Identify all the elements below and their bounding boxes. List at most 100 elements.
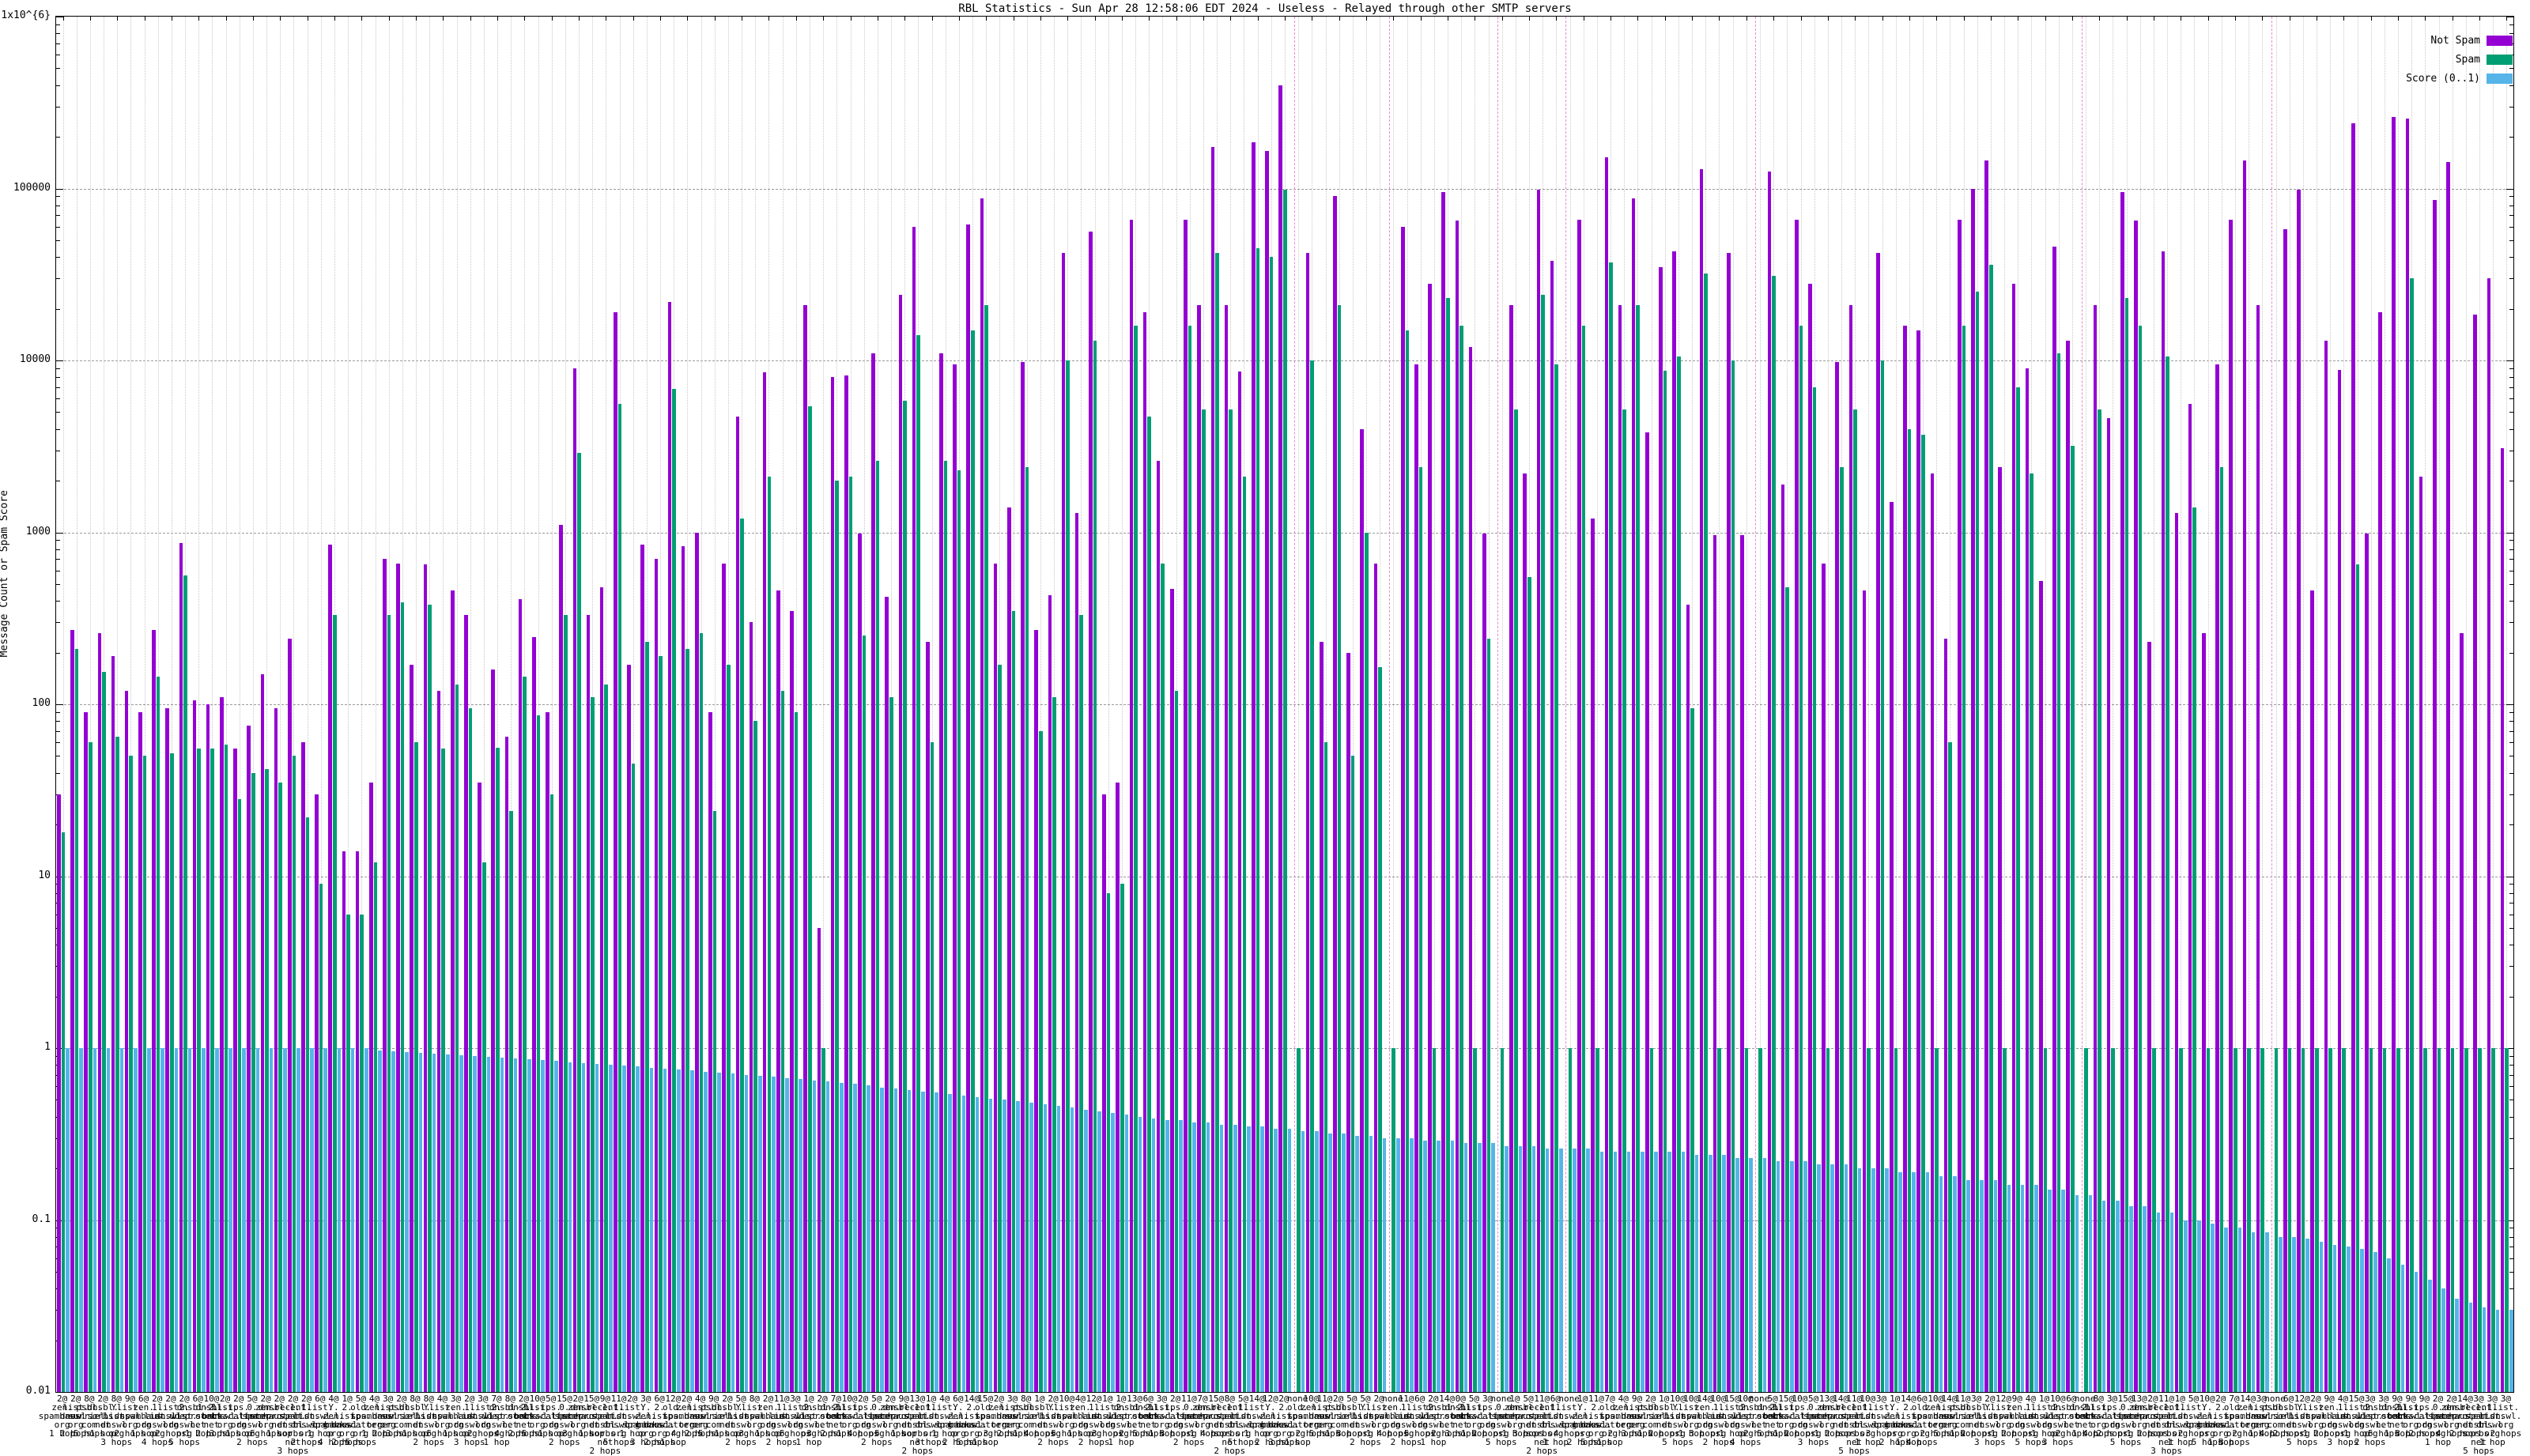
bar-spam — [1486, 639, 1491, 1392]
bar-score — [1410, 1137, 1414, 1392]
y-minor-tick — [56, 428, 60, 430]
bar-score — [2305, 1238, 2310, 1392]
bar-score — [581, 1062, 586, 1392]
bar-not-spam — [844, 375, 848, 1392]
bar-score — [337, 1048, 342, 1392]
bar-spam — [1052, 696, 1056, 1392]
bar-spam — [2478, 1048, 2482, 1392]
bar-score — [1925, 1171, 1930, 1392]
x-top-tick — [1094, 17, 1096, 21]
bar-not-spam — [2487, 278, 2491, 1392]
bar-not-spam — [2120, 192, 2124, 1392]
bar-spam — [88, 742, 93, 1392]
bar-not-spam — [1373, 563, 1378, 1392]
bar-spam — [1595, 1048, 1599, 1392]
bar-spam — [2355, 564, 2360, 1392]
bar-spam — [2423, 1048, 2427, 1392]
x-top-tick — [687, 17, 689, 21]
bar-score — [1138, 1116, 1142, 1392]
bar-not-spam — [2202, 632, 2206, 1392]
bar-not-spam — [546, 711, 549, 1392]
bar-spam — [2260, 1048, 2264, 1392]
y-minor-tick — [2509, 398, 2513, 400]
bar-score — [920, 1091, 925, 1392]
bar-spam — [2396, 1048, 2400, 1392]
bar-not-spam — [871, 353, 875, 1392]
bar-spam — [1392, 1048, 1395, 1392]
bar-score — [663, 1068, 667, 1392]
x-top-tick — [1882, 17, 1883, 21]
bar-score — [1776, 1161, 1780, 1392]
bar-spam — [2274, 1048, 2279, 1392]
bar-score — [731, 1073, 735, 1392]
bar-score — [1355, 1135, 1360, 1392]
y-tick-label: 1 — [44, 1041, 51, 1053]
bar-score — [935, 1092, 938, 1392]
bar-score — [744, 1074, 749, 1392]
bar-score — [2332, 1244, 2337, 1392]
bar-not-spam — [1659, 266, 1663, 1392]
legend: Not Spam Spam Score (0..1) — [2406, 35, 2513, 92]
bar-spam — [862, 636, 867, 1392]
y-minor-tick — [56, 387, 60, 388]
bar-not-spam — [111, 656, 115, 1392]
bar-not-spam — [858, 534, 862, 1392]
bar-spam — [2247, 1048, 2251, 1392]
bar-score — [66, 1048, 70, 1392]
legend-item-spam: Spam — [2406, 54, 2513, 66]
x-top-tick — [1664, 17, 1666, 21]
bar-score — [1789, 1161, 1794, 1392]
bar-score — [445, 1054, 450, 1392]
bar-spam — [183, 575, 187, 1392]
bar-not-spam — [192, 700, 197, 1392]
bar-score — [1857, 1168, 1862, 1392]
y-minor-tick — [2509, 892, 2513, 894]
bar-not-spam — [1360, 428, 1365, 1392]
x-top-tick — [1692, 17, 1694, 21]
y-minor-tick — [2509, 996, 2513, 998]
legend-label-score: Score (0..1) — [2406, 73, 2480, 85]
bar-score — [595, 1063, 599, 1392]
bar-spam — [753, 721, 757, 1392]
bar-spam — [1826, 1048, 1830, 1392]
y-major-tick — [56, 360, 63, 361]
y-minor-tick — [2509, 278, 2513, 280]
bar-score — [2360, 1248, 2364, 1392]
bar-score — [215, 1048, 219, 1392]
bar-spam — [2328, 1048, 2332, 1392]
bar-spam — [767, 477, 772, 1392]
bar-score — [622, 1066, 626, 1392]
x-top-tick — [1936, 17, 1938, 21]
bar-score — [961, 1095, 966, 1392]
bar-spam — [1079, 615, 1084, 1392]
bar-score — [948, 1094, 952, 1392]
bar-not-spam — [2215, 364, 2219, 1392]
bar-score — [1626, 1151, 1631, 1392]
y-minor-tick — [56, 33, 60, 35]
bar-score — [1491, 1143, 1495, 1392]
bar-not-spam — [640, 544, 644, 1392]
bar-spam — [1581, 325, 1586, 1392]
bar-not-spam — [220, 696, 224, 1392]
bar-spam — [319, 884, 323, 1392]
y-minor-tick — [56, 377, 60, 379]
bar-score — [1681, 1151, 1686, 1392]
bar-not-spam — [627, 664, 631, 1392]
bar-not-spam — [518, 598, 523, 1392]
bar-spam — [2410, 278, 2414, 1392]
bar-not-spam — [1441, 192, 1446, 1392]
y-minor-tick — [2509, 742, 2513, 744]
bar-not-spam — [1414, 364, 1418, 1392]
bar-spam — [169, 753, 174, 1392]
bar-score — [839, 1082, 844, 1392]
bar-not-spam — [233, 749, 237, 1392]
y-minor-tick — [56, 85, 60, 86]
bar-score — [1165, 1120, 1169, 1392]
bar-not-spam — [572, 368, 577, 1392]
x-top-tick — [334, 17, 335, 21]
bar-spam — [2138, 325, 2143, 1392]
legend-label-spam: Spam — [2455, 54, 2480, 66]
y-minor-tick — [2509, 1137, 2513, 1139]
bar-not-spam — [1984, 160, 1988, 1392]
bar-score — [1559, 1149, 1563, 1392]
